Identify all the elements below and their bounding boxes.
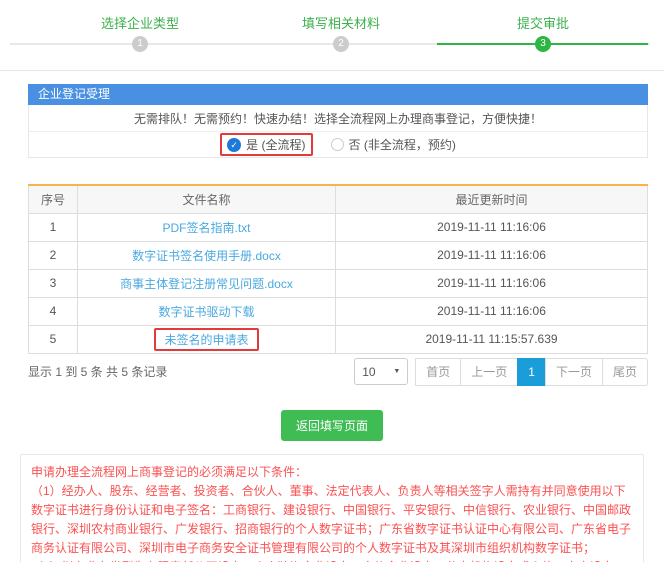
table-row: 4 数字证书驱动下载 2019-11-11 11:16:06 [29,297,648,325]
header-no: 序号 [29,185,78,213]
radio-yes-label: 是 (全流程) [246,136,305,153]
step-label-fill-materials: 填写相关材料 [302,13,380,32]
radio-checked-icon[interactable]: ✓ [227,138,241,152]
table-row: 3 商事主体登记注册常见问题.docx 2019-11-11 11:16:06 [29,269,648,297]
selected-option-highlight-box: ✓ 是 (全流程) [220,133,312,156]
step-circle-3: 3 [535,36,551,52]
next-page-button[interactable]: 下一页 [545,358,603,386]
flow-choice-row: ✓ 是 (全流程) 否 (非全流程，预约) [29,131,647,157]
list-footer: 显示 1 到 5 条 共 5 条记录 10 ▼ 首页 上一页 1 下一页 尾页 [28,358,648,386]
cell-no: 5 [29,325,78,353]
first-page-button[interactable]: 首页 [415,358,461,386]
radio-no-label: 否 (非全流程，预约) [349,136,456,153]
last-page-button[interactable]: 尾页 [602,358,648,386]
unsigned-form-highlight-box: 未签名的申请表 [154,328,258,351]
panel-body: 无需排队！无需预约！快速办结！选择全流程网上办理商事登记，方便快捷！ ✓ 是 (… [28,105,648,158]
pagination: 10 ▼ 首页 上一页 1 下一页 尾页 [354,358,648,386]
cell-no: 4 [29,297,78,325]
caret-down-icon: ▼ [393,368,400,375]
cell-no: 2 [29,241,78,269]
cell-time: 2019-11-11 11:15:57.639 [336,325,648,353]
header-file-name: 文件名称 [78,185,336,213]
table-row: 1 PDF签名指南.txt 2019-11-11 11:16:06 [29,213,648,241]
return-to-fill-page-button[interactable]: 返回填写页面 [281,410,383,441]
notes-line: （2）拟办业务类型为有限责任公司设立、个人独资企业设立、合伙企业设立、分支机构设… [31,558,633,562]
documents-table: 序号 文件名称 最近更新时间 1 PDF签名指南.txt 2019-11-11 … [28,184,648,354]
file-link-unsigned-application-form[interactable]: 未签名的申请表 [164,333,248,347]
divider [0,70,664,71]
cell-time: 2019-11-11 11:16:06 [336,241,648,269]
step-indicator: 选择企业类型 填写相关材料 提交审批 1 2 3 [0,0,664,70]
table-row: 5 未签名的申请表 2019-11-11 11:15:57.639 [29,325,648,353]
radio-full-process-no[interactable]: 否 (非全流程，预约) [331,136,456,153]
requirements-notes: 申请办理全流程网上商事登记的必须满足以下条件： （1）经办人、股东、经营者、投资… [20,454,644,562]
current-page-button[interactable]: 1 [517,358,546,386]
table-row: 2 数字证书签名使用手册.docx 2019-11-11 11:16:06 [29,241,648,269]
notice-text: 无需排队！无需预约！快速办结！选择全流程网上办理商事登记，方便快捷！ [29,105,647,131]
table-header-row: 序号 文件名称 最近更新时间 [29,185,648,213]
prev-page-button[interactable]: 上一页 [460,358,518,386]
step-circle-1: 1 [132,36,148,52]
cell-no: 1 [29,213,78,241]
cell-time: 2019-11-11 11:16:06 [336,297,648,325]
registration-panel: 企业登记受理 无需排队！无需预约！快速办结！选择全流程网上办理商事登记，方便快捷… [28,84,648,158]
file-link-cert-signature-manual[interactable]: 数字证书签名使用手册.docx [132,249,281,263]
radio-full-process-yes[interactable]: ✓ 是 (全流程) [227,136,305,153]
action-row: 返回填写页面 [0,410,664,441]
radio-unchecked-icon[interactable] [331,138,344,151]
panel-title: 企业登记受理 [28,84,648,105]
cell-time: 2019-11-11 11:16:06 [336,269,648,297]
step-circle-2: 2 [333,36,349,52]
file-link-pdf-sign-guide[interactable]: PDF签名指南.txt [162,221,250,235]
file-link-cert-driver-download[interactable]: 数字证书驱动下载 [158,305,254,319]
cell-time: 2019-11-11 11:16:06 [336,213,648,241]
notes-line: 申请办理全流程网上商事登记的必须满足以下条件： [31,463,633,482]
step-label-submit-approval: 提交审批 [517,13,569,32]
page-size-value: 10 [362,365,375,379]
notes-line: （1）经办人、股东、经营者、投资者、合伙人、董事、法定代表人、负责人等相关签字人… [31,482,633,558]
page-size-select[interactable]: 10 ▼ [354,358,408,385]
record-count-summary: 显示 1 到 5 条 共 5 条记录 [28,363,167,380]
step-label-choose-type: 选择企业类型 [101,13,179,32]
file-link-registration-faq[interactable]: 商事主体登记注册常见问题.docx [120,277,293,291]
cell-no: 3 [29,269,78,297]
header-updated-time: 最近更新时间 [336,185,648,213]
